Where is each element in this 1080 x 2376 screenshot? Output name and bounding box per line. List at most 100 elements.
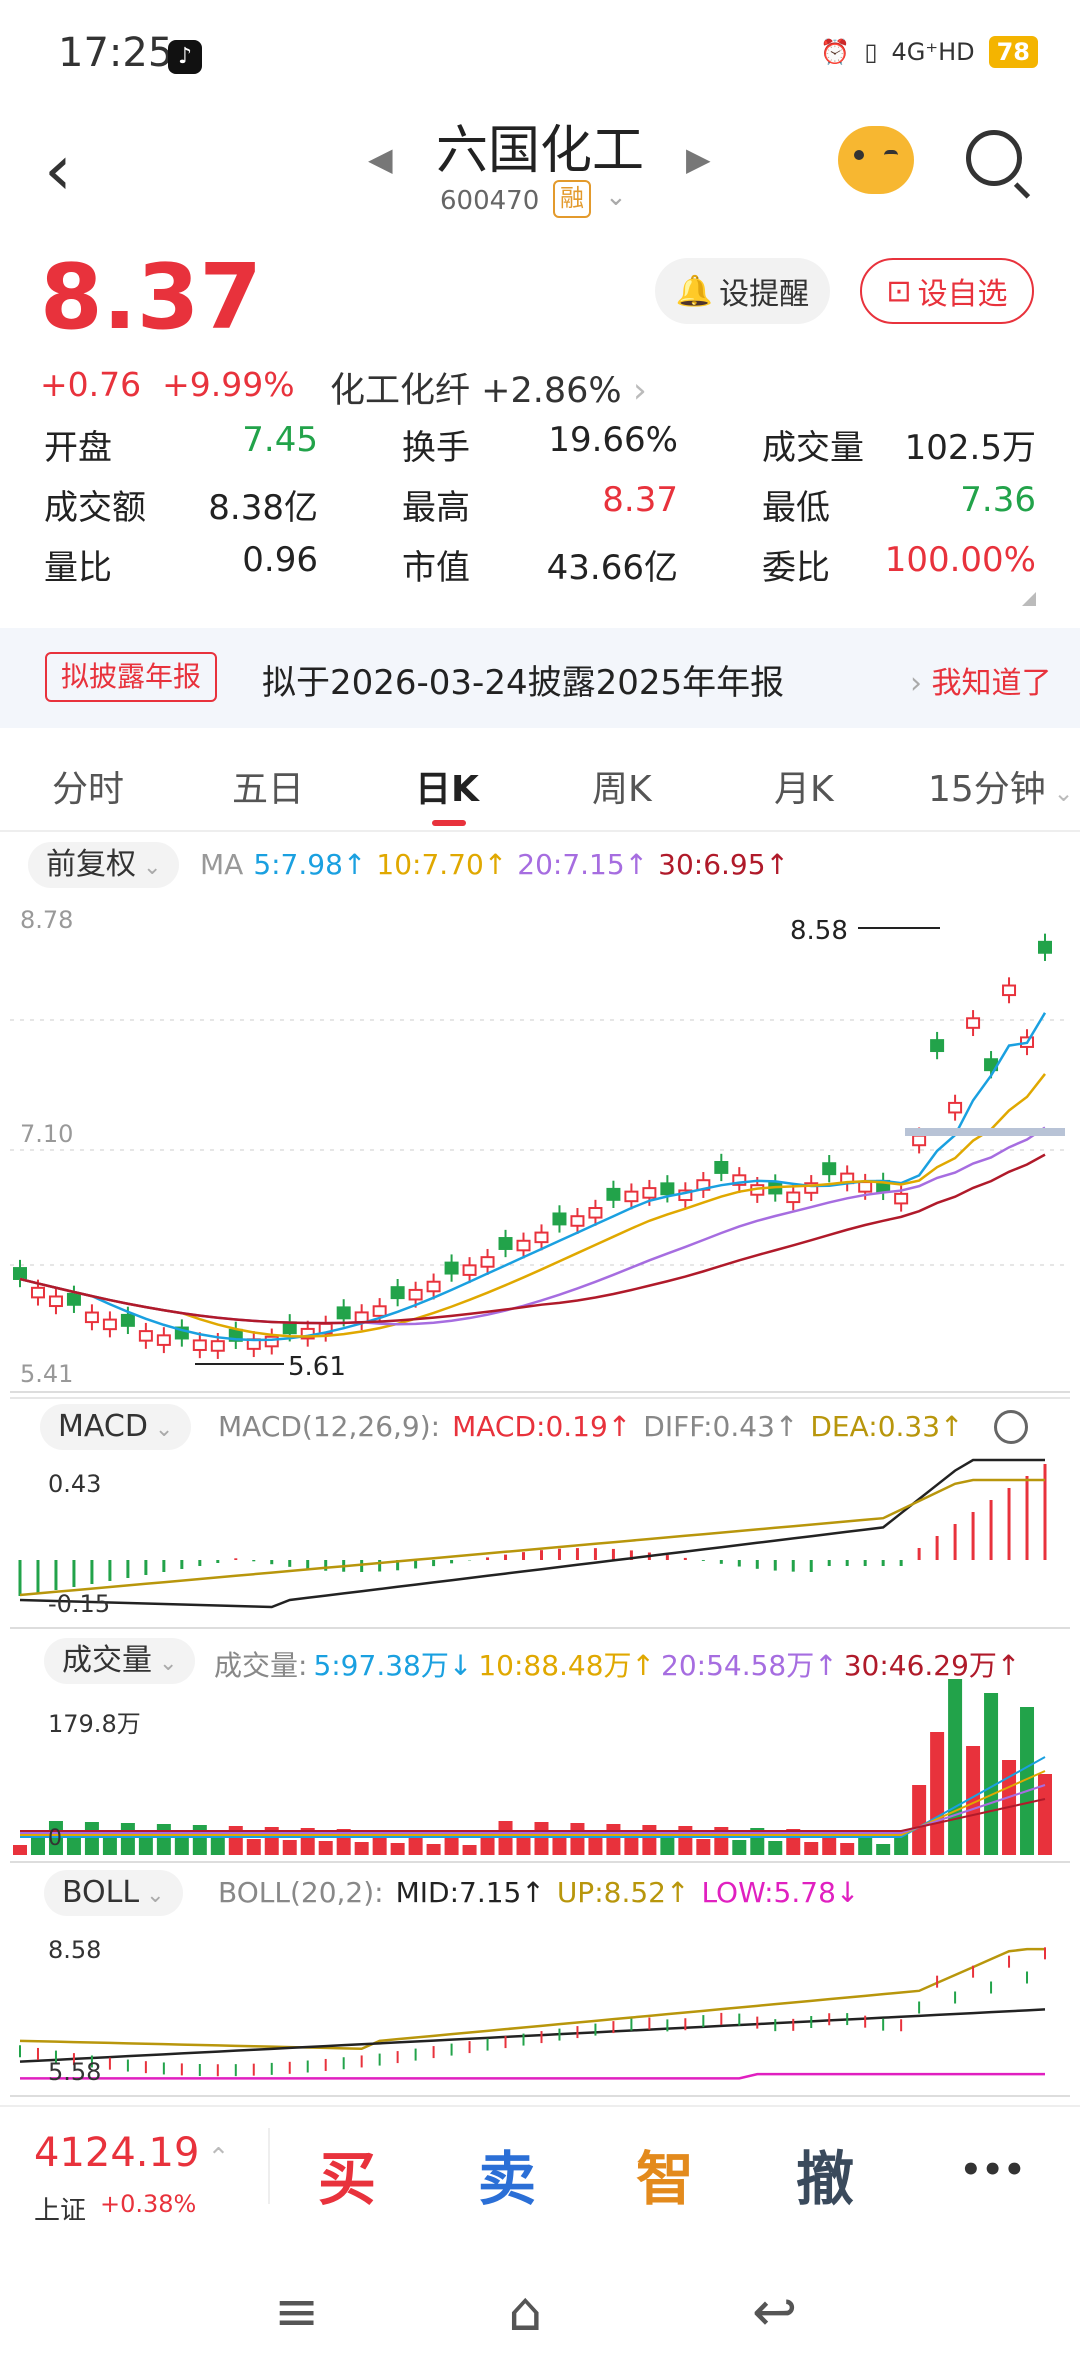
candle-body — [336, 1306, 351, 1320]
cancel-order-button[interactable]: 撤 — [796, 2132, 854, 2216]
candle-body — [156, 1334, 171, 1346]
diff-line — [19, 1458, 1045, 1609]
volume-bar — [282, 1840, 297, 1855]
candle-body — [894, 1192, 909, 1205]
index-change: +0.38% — [100, 2190, 197, 2218]
boll-low-line — [20, 2072, 1045, 2080]
kline-ymax: 8.78 — [20, 906, 74, 934]
ma-line — [19, 1073, 1046, 1338]
kline-high-mark: 8.58 — [790, 916, 848, 946]
volume-bar — [174, 1837, 189, 1855]
boll-name: BOLL — [62, 1875, 140, 1910]
volume-ma-item: 30:46.29万↑ — [843, 1649, 1021, 1682]
support-band — [905, 1128, 1065, 1136]
candle-body — [408, 1288, 423, 1301]
candle-body — [624, 1190, 639, 1203]
bottom-trade-bar — [0, 2105, 1080, 2247]
volume-bar — [984, 1693, 999, 1855]
boll-legend: BOLL(20,2): MID:7.15↑ UP:8.52↑ LOW:5.78↓ — [218, 1876, 859, 1909]
candle-body — [858, 1181, 873, 1193]
candle-body — [1002, 984, 1017, 997]
macd-params: MACD(12,26,9): — [218, 1410, 441, 1443]
volume-bar — [246, 1839, 261, 1855]
boll-low: LOW:5.78↓ — [701, 1876, 860, 1909]
macd-value: MACD:0.19↑ — [452, 1410, 632, 1443]
candle-body — [948, 1101, 963, 1114]
kline-ymid: 7.10 — [20, 1120, 74, 1148]
candle-body — [660, 1182, 675, 1196]
boll-mid: MID:7.15↑ — [395, 1876, 545, 1909]
volume-bar — [624, 1837, 639, 1855]
ma-line — [19, 1153, 1046, 1325]
macd-name: MACD — [58, 1409, 148, 1444]
volume-bar — [210, 1838, 225, 1855]
volume-bar — [120, 1823, 135, 1855]
candle-body — [66, 1292, 81, 1306]
ma-line — [19, 1012, 1047, 1342]
volume-bar — [840, 1843, 855, 1855]
home-icon[interactable]: ⌂ — [508, 2280, 542, 2343]
candle-body — [786, 1191, 801, 1204]
volume-bar — [192, 1825, 207, 1855]
index-value[interactable]: 4124.19 ⌃ — [34, 2130, 229, 2176]
volume-bar — [768, 1841, 783, 1855]
boll-up-line — [19, 1947, 1045, 2051]
buy-button[interactable]: 买 — [318, 2132, 376, 2216]
volume-bar — [930, 1732, 945, 1855]
candle-body — [498, 1237, 513, 1250]
sell-button[interactable]: 卖 — [478, 2132, 536, 2216]
volume-name: 成交量 — [62, 1643, 152, 1678]
volume-bar — [318, 1841, 333, 1855]
candle-body — [642, 1187, 657, 1199]
volume-bar — [732, 1840, 747, 1855]
settings-icon[interactable] — [994, 1410, 1028, 1444]
volume-bar — [948, 1679, 963, 1855]
charts-area[interactable] — [0, 0, 1080, 2376]
volume-ma-line — [20, 1770, 1046, 1836]
boll-dropdown[interactable]: BOLL ⌄ — [44, 1870, 183, 1916]
kline-low-mark: 5.61 — [288, 1352, 346, 1382]
smart-button[interactable]: 智 — [636, 2132, 694, 2216]
volume-ma-line — [20, 1756, 1046, 1838]
candle-body — [354, 1311, 369, 1323]
candle-body — [714, 1160, 729, 1174]
volume-bar — [426, 1844, 441, 1855]
candle-body — [516, 1239, 531, 1252]
volume-ma-item: 5:97.38万↓ — [313, 1649, 473, 1682]
candle-body — [444, 1261, 459, 1275]
macd-dea: DEA:0.33↑ — [810, 1410, 964, 1443]
volume-bar — [570, 1823, 585, 1855]
macd-dropdown[interactable]: MACD ⌄ — [40, 1404, 192, 1450]
volume-dropdown[interactable]: 成交量 ⌄ — [44, 1638, 196, 1684]
back-nav-icon[interactable]: ↩ — [752, 2280, 797, 2343]
volume-bar — [354, 1842, 369, 1855]
volume-bar — [642, 1825, 657, 1855]
volume-legend: 成交量: 5:97.38万↓ 10:88.48万↑ 20:54.58万↑ 30:46.… — [214, 1644, 1020, 1684]
candle-body — [552, 1212, 567, 1226]
volume-bar — [534, 1822, 549, 1855]
volume-bar — [696, 1839, 711, 1855]
more-button[interactable]: ••• — [960, 2150, 1025, 2190]
volume-bar — [13, 1845, 27, 1855]
dea-line — [19, 1478, 1045, 1597]
volume-bar — [804, 1842, 819, 1855]
candle-body — [966, 1017, 981, 1029]
macd-legend: MACD(12,26,9): MACD:0.19↑ DIFF:0.43↑ DEA… — [218, 1410, 964, 1443]
macd-ytop: 0.43 — [48, 1470, 102, 1498]
volume-ybot: 0 — [48, 1826, 62, 1851]
candle-body — [390, 1286, 405, 1300]
volume-bar — [138, 1836, 153, 1855]
candle-body — [138, 1330, 153, 1342]
kline-ymin: 5.41 — [20, 1360, 74, 1388]
volume-bar — [912, 1785, 927, 1855]
candle-body — [13, 1267, 27, 1280]
volume-bar — [390, 1843, 405, 1855]
menu-icon[interactable]: ≡ — [274, 2280, 319, 2343]
index-value-text: 4124.19 — [34, 2130, 200, 2176]
boll-mid-line — [19, 2008, 1046, 2063]
volume-ma-line — [20, 1784, 1046, 1834]
volume-bar — [588, 1836, 603, 1855]
candle-body — [1038, 940, 1052, 954]
macd-ybot: -0.15 — [48, 1590, 111, 1618]
candle-body — [462, 1264, 477, 1276]
